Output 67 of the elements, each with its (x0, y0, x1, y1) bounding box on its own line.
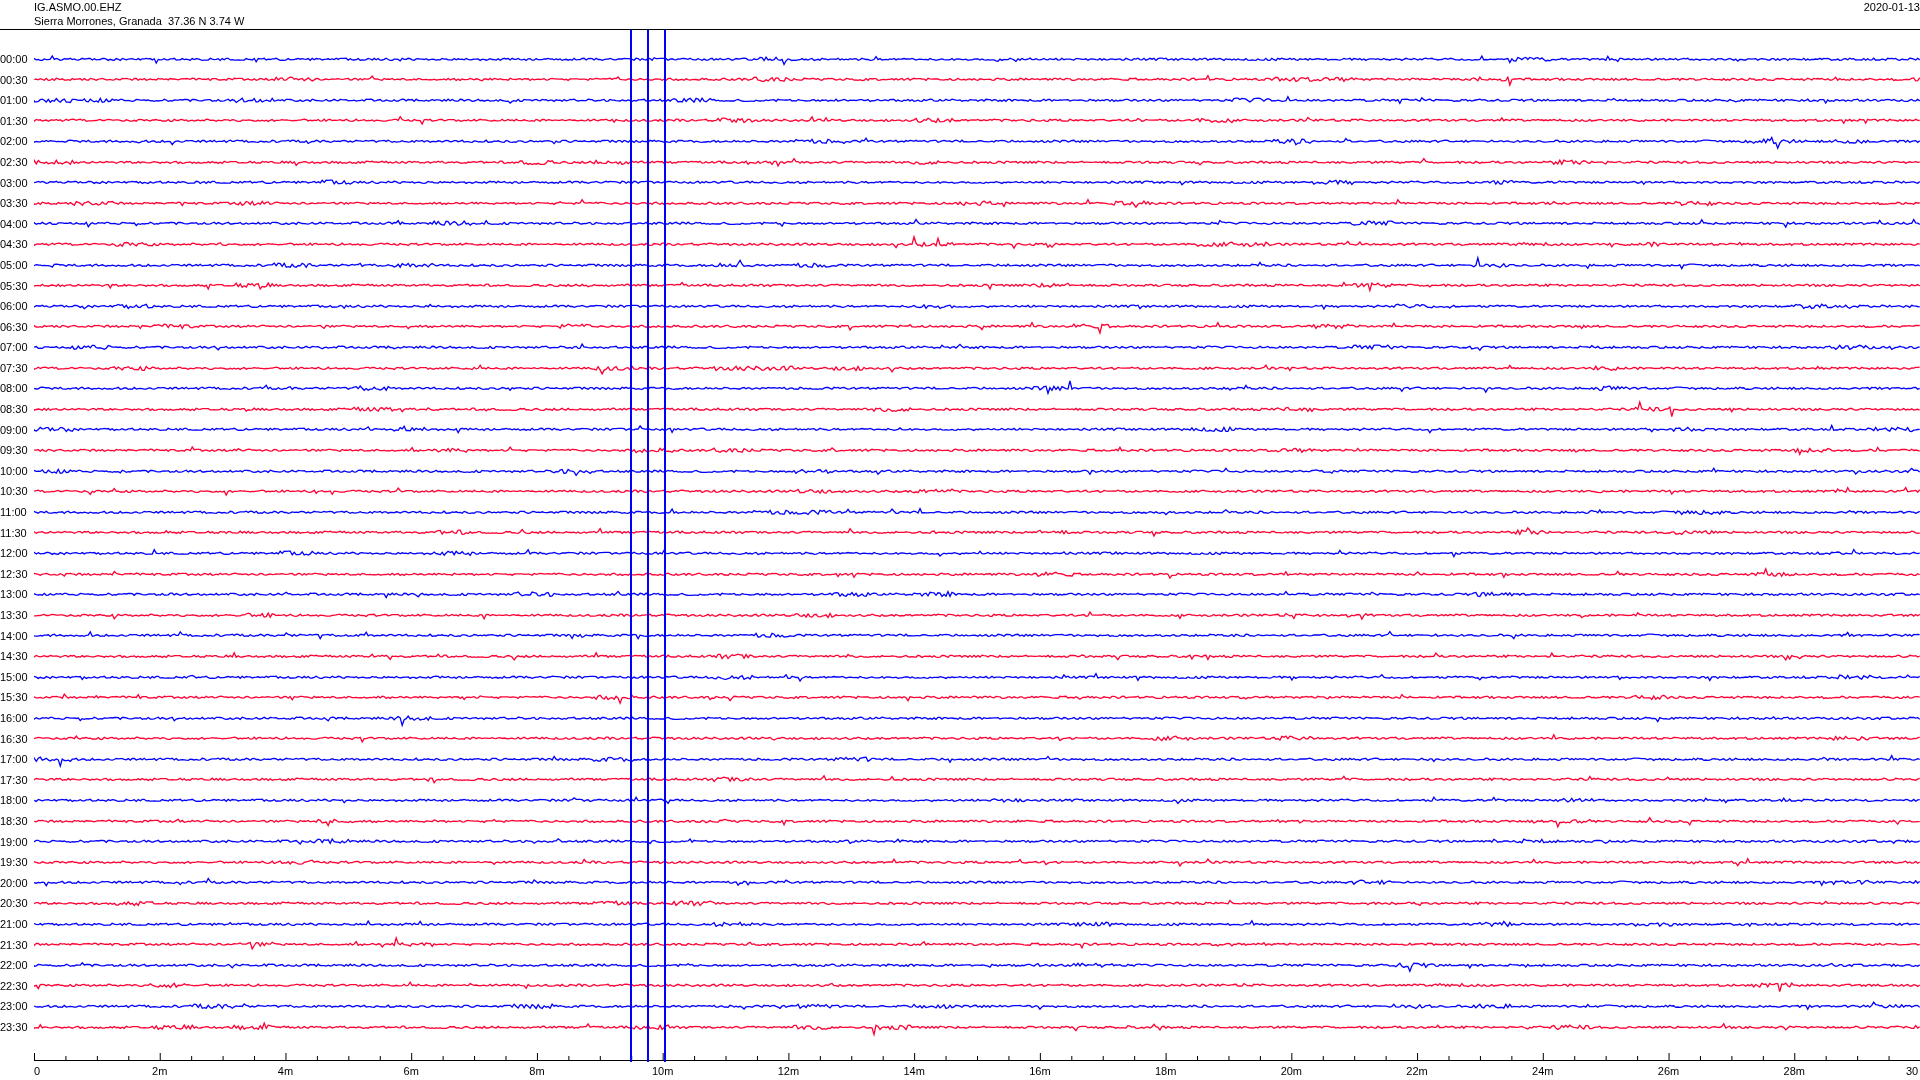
time-label: 22:30 (0, 979, 29, 992)
time-label: 03:30 (0, 197, 29, 210)
time-label: 13:00 (0, 588, 29, 601)
axis-label: 28m (1783, 1065, 1805, 1078)
axis-label: 0 (34, 1065, 41, 1078)
time-label: 05:30 (0, 279, 29, 292)
time-label: 06:00 (0, 300, 29, 313)
time-label: 16:30 (0, 732, 29, 745)
time-label: 14:30 (0, 650, 29, 663)
time-label: 00:00 (0, 53, 29, 65)
time-label: 17:30 (0, 773, 29, 786)
time-label: 11:30 (0, 526, 28, 539)
axis-label: 24m (1532, 1065, 1554, 1078)
time-label: 12:00 (0, 547, 29, 560)
date-label: 2020-01-13 (1863, 0, 1920, 14)
time-label: 14:00 (0, 629, 29, 642)
time-label: 19:00 (0, 835, 29, 848)
axis-label: 16m (1029, 1065, 1051, 1078)
time-label: 09:30 (0, 444, 29, 457)
time-label: 20:00 (0, 876, 29, 889)
time-label: 21:30 (0, 938, 29, 951)
time-label: 13:30 (0, 609, 29, 621)
time-label: 17:00 (0, 753, 29, 766)
station-location: Sierra Morrones, Granada 37.36 N 3.74 W (34, 14, 245, 28)
station-code: IG.ASMO.00.EHZ (34, 0, 123, 14)
axis-label: 8m (529, 1065, 545, 1078)
time-label: 21:00 (0, 917, 29, 930)
axis-label: 20m (1280, 1065, 1303, 1078)
axis-label: 2m (152, 1065, 168, 1078)
time-label: 16:00 (0, 712, 29, 724)
time-label: 20:30 (0, 897, 29, 910)
time-label: 04:00 (0, 217, 29, 230)
time-label: 09:00 (0, 423, 29, 436)
axis-label: 6m (403, 1065, 419, 1078)
time-label: 07:30 (0, 361, 29, 374)
time-label: 01:00 (0, 94, 29, 107)
time-label: 18:30 (0, 814, 29, 827)
time-label: 10:00 (0, 464, 29, 477)
time-label: 15:30 (0, 691, 29, 704)
axis-label: 26m (1657, 1065, 1680, 1078)
axis-label: 14m (903, 1065, 925, 1078)
axis-label: 30 (1906, 1065, 1919, 1078)
time-label: 04:30 (0, 238, 29, 251)
time-label: 06:30 (0, 320, 29, 333)
time-label: 12:30 (0, 567, 29, 580)
time-label: 19:30 (0, 856, 29, 869)
axis-label: 12m (777, 1065, 800, 1078)
time-label: 07:00 (0, 341, 29, 354)
time-label: 22:00 (0, 959, 29, 972)
time-label: 18:00 (0, 794, 29, 807)
time-label: 23:00 (0, 1000, 29, 1013)
time-label: 03:00 (0, 176, 29, 189)
time-label: 15:00 (0, 670, 29, 683)
axis-label: 22m (1406, 1065, 1428, 1078)
time-label: 08:30 (0, 403, 29, 416)
time-label: 01:30 (0, 114, 29, 127)
time-label: 05:00 (0, 258, 29, 271)
time-label: 08:00 (0, 382, 29, 395)
time-label: 23:30 (0, 1020, 29, 1033)
time-label: 11:00 (0, 506, 28, 519)
axis-label: 4m (277, 1065, 294, 1078)
axis-label: 18m (1154, 1065, 1177, 1078)
time-label: 00:30 (0, 73, 29, 86)
time-label: 10:30 (0, 485, 29, 498)
time-label: 02:30 (0, 155, 29, 168)
time-label: 02:00 (0, 135, 29, 148)
axis-label: 10m (651, 1065, 674, 1078)
